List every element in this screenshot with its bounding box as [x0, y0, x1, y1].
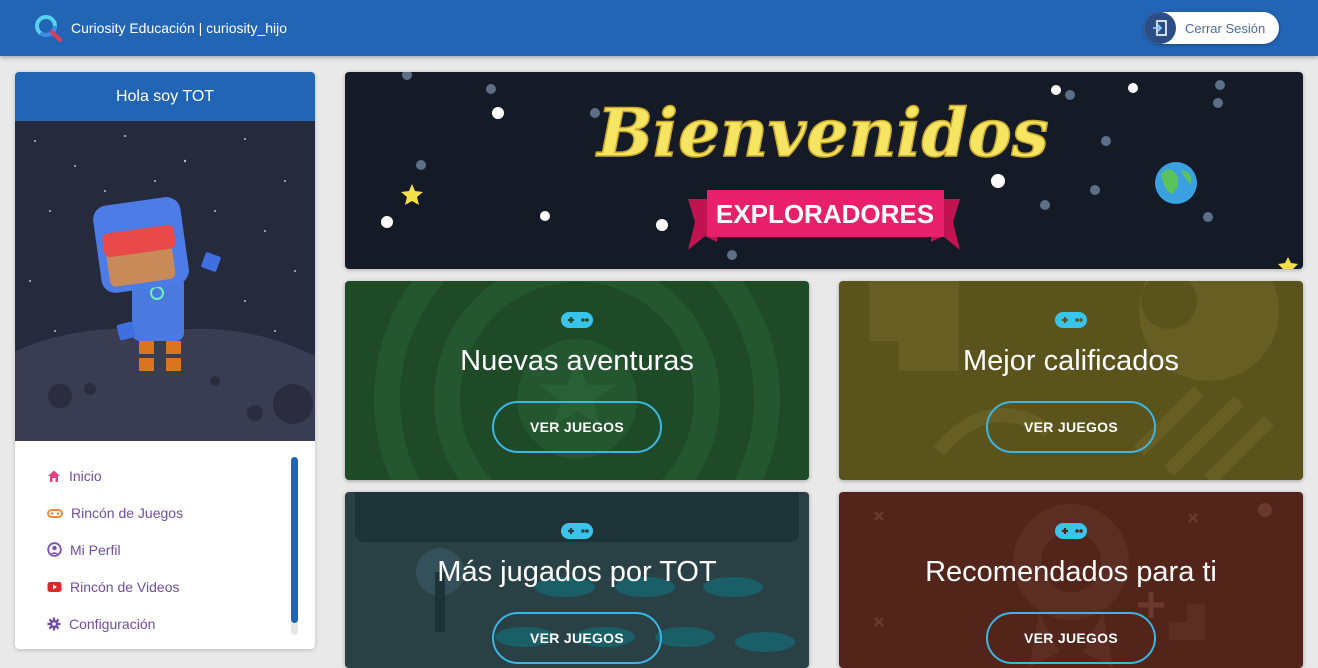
- ver-juegos-button[interactable]: VER JUEGOS: [986, 401, 1156, 453]
- youtube-icon: [47, 581, 62, 592]
- gamepad-icon: [561, 523, 593, 539]
- gamepad-icon: [47, 508, 63, 518]
- ver-juegos-button[interactable]: VER JUEGOS: [492, 612, 662, 664]
- menu-item-rincon-juegos[interactable]: Rincón de Juegos: [15, 494, 315, 531]
- banner-ribbon-text: EXPLORADORES: [716, 199, 934, 229]
- category-card-nuevas-aventuras[interactable]: Nuevas aventuras VER JUEGOS: [345, 281, 809, 480]
- gamepad-icon: [561, 312, 593, 328]
- menu-item-inicio[interactable]: Inicio: [15, 457, 315, 494]
- menu-item-label: Rincón de Juegos: [71, 504, 184, 521]
- user-circle-icon: [47, 542, 62, 557]
- gamepad-icon: [1055, 523, 1087, 539]
- logout-label: Cerrar Sesión: [1185, 20, 1266, 36]
- scrollbar-thumb[interactable]: [291, 457, 298, 623]
- menu-item-label: Mi Perfil: [70, 541, 121, 558]
- menu-item-rincon-videos[interactable]: Rincón de Videos: [15, 568, 315, 605]
- sidebar-menu: Inicio Rincón de Juegos Mi Perfil Rincón…: [15, 457, 315, 642]
- logout-button[interactable]: Cerrar Sesión: [1144, 12, 1279, 44]
- top-navbar: Curiosity Educación | curiosity_hijo Cer…: [0, 0, 1318, 56]
- ver-juegos-button[interactable]: VER JUEGOS: [986, 612, 1156, 664]
- sidebar-greeting: Hola soy TOT: [15, 72, 315, 121]
- menu-item-mi-perfil[interactable]: Mi Perfil: [15, 531, 315, 568]
- card-title: Mejor calificados: [963, 345, 1179, 377]
- menu-item-label: Rincón de Videos: [70, 578, 180, 595]
- banner-artwork: EXPLORADORES Bienvenidos: [381, 72, 1298, 269]
- menu-item-configuracion[interactable]: Configuración: [15, 605, 315, 642]
- home-icon: [48, 470, 60, 482]
- sidebar: Hola soy TOT Inicio Rincón de Juegos Mi …: [15, 72, 315, 649]
- category-card-mejor-calificados[interactable]: Mejor calificados VER JUEGOS: [839, 281, 1303, 480]
- brand-title: Curiosity Educación | curiosity_hijo: [71, 20, 288, 36]
- banner-title: Bienvenidos: [595, 94, 1049, 172]
- card-title: Nuevas aventuras: [460, 345, 694, 377]
- menu-item-label: Inicio: [69, 467, 102, 484]
- curiosity-logo-icon: [35, 15, 62, 42]
- sidebar-scrollbar[interactable]: [291, 457, 298, 635]
- welcome-banner: EXPLORADORES Bienvenidos: [345, 72, 1303, 269]
- brand[interactable]: Curiosity Educación | curiosity_hijo: [32, 12, 287, 44]
- gamepad-icon: [1055, 312, 1087, 328]
- card-title: Más jugados por TOT: [437, 556, 717, 588]
- menu-item-label: Configuración: [69, 615, 156, 632]
- ver-juegos-button[interactable]: VER JUEGOS: [492, 401, 662, 453]
- logout-icon: [1144, 12, 1176, 44]
- tot-avatar-image: [15, 121, 315, 441]
- category-card-recomendados[interactable]: Recomendados para ti VER JUEGOS: [839, 492, 1303, 668]
- category-card-mas-jugados[interactable]: Más jugados por TOT VER JUEGOS: [345, 492, 809, 668]
- card-title: Recomendados para ti: [925, 556, 1217, 588]
- gear-icon: [47, 617, 61, 630]
